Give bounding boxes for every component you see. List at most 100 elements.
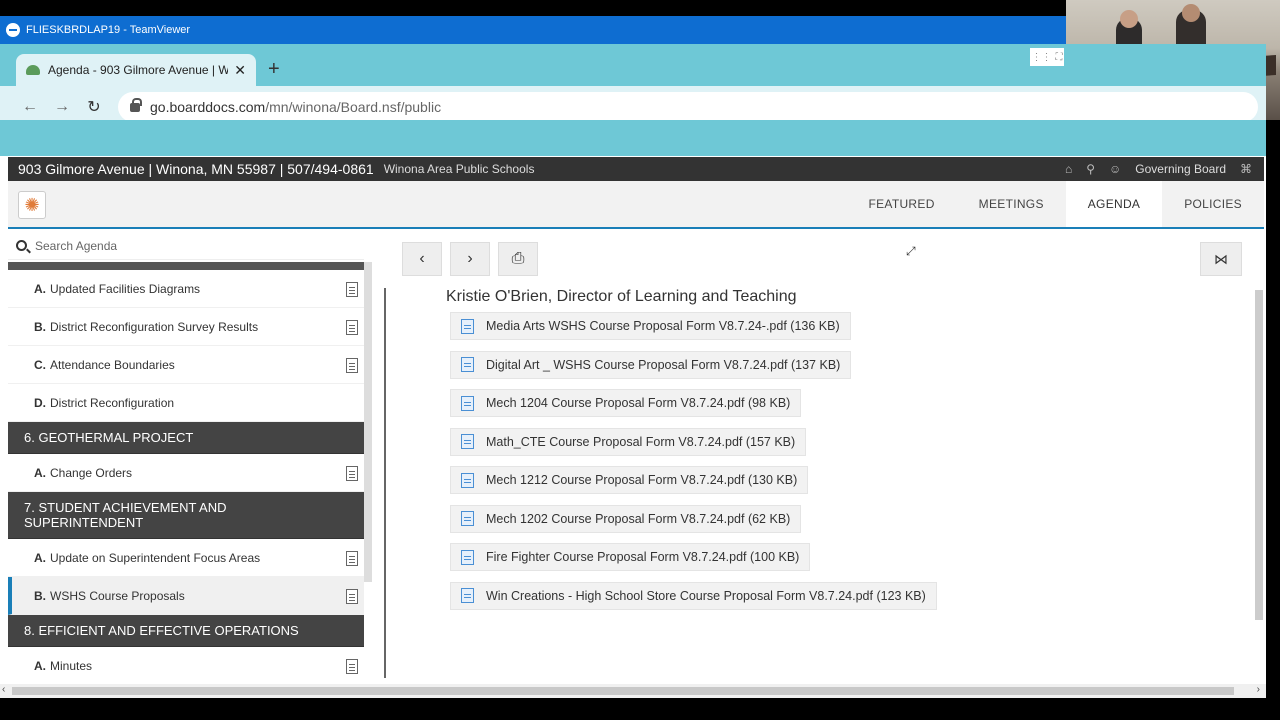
site-org: Winona Area Public Schools xyxy=(383,162,535,176)
attachment-label: Win Creations - High School Store Course… xyxy=(486,588,926,603)
item-letter: B. xyxy=(34,588,46,603)
item-letter: A. xyxy=(34,281,46,296)
scroll-left-icon[interactable]: ‹ xyxy=(2,684,5,695)
agenda-content: ‹ › ⎙ ⋈ Kristie O'Brien, Director of Lea… xyxy=(384,232,1264,678)
new-tab-button[interactable]: + xyxy=(268,58,280,81)
nav-featured[interactable]: FEATURED xyxy=(846,181,956,227)
document-icon xyxy=(346,551,358,566)
print-icon: ⎙ xyxy=(511,250,525,267)
scrollbar-thumb[interactable] xyxy=(12,687,1234,695)
attachment-label: Mech 1202 Course Proposal Form V8.7.24.p… xyxy=(486,511,791,526)
home-icon[interactable]: ⌂ xyxy=(1065,162,1072,176)
tree-favicon-icon xyxy=(26,65,40,75)
person-head xyxy=(1120,10,1138,28)
scroll-right-icon[interactable]: › xyxy=(1257,684,1260,695)
item-letter: C. xyxy=(34,357,46,372)
document-icon xyxy=(346,466,358,481)
fullscreen-icon[interactable]: ⛶ xyxy=(1056,52,1063,63)
bottom-black-bar xyxy=(0,698,1280,720)
file-icon xyxy=(461,549,474,565)
agenda-item[interactable]: D. District Reconfiguration xyxy=(8,384,364,422)
search-icon[interactable]: ⚲ xyxy=(1086,162,1095,176)
tab-title: Agenda - 903 Gilmore Avenue | W xyxy=(48,63,229,77)
agenda-item[interactable]: B. District Reconfiguration Survey Result… xyxy=(8,308,364,346)
forward-icon[interactable]: → xyxy=(46,98,78,116)
attachment-link[interactable]: Win Creations - High School Store Course… xyxy=(450,581,937,610)
bank-icon[interactable]: ⌘ xyxy=(1240,162,1252,176)
agenda-section[interactable]: 7. STUDENT ACHIEVEMENT AND SUPERINTENDEN… xyxy=(8,492,364,539)
search-icon xyxy=(16,240,27,251)
attachment-link[interactable]: Mech 1212 Course Proposal Form V8.7.24.p… xyxy=(450,466,809,494)
item-letter: B. xyxy=(34,319,46,334)
agenda-item-selected[interactable]: B. WSHS Course Proposals xyxy=(8,577,364,615)
sidebar-scrollbar[interactable] xyxy=(364,262,372,582)
search-input[interactable]: Search Agenda xyxy=(35,239,117,253)
back-icon[interactable]: ← xyxy=(14,98,46,116)
document-icon xyxy=(346,282,358,297)
person-head xyxy=(1182,4,1200,22)
agenda-item[interactable]: C. Attendance Boundaries xyxy=(8,346,364,384)
governing-board-menu[interactable]: Governing Board xyxy=(1135,162,1226,176)
search-agenda[interactable]: Search Agenda xyxy=(8,232,364,260)
browser-tab[interactable]: Agenda - 903 Gilmore Avenue | W ✕ xyxy=(16,54,256,86)
document-icon xyxy=(346,320,358,335)
attachment-label: Fire Fighter Course Proposal Form V8.7.2… xyxy=(486,550,800,564)
attachment-link[interactable]: Mech 1202 Course Proposal Form V8.7.24.p… xyxy=(450,504,802,533)
agenda-item[interactable]: A. Minutes xyxy=(8,647,364,678)
content-scrollbar[interactable] xyxy=(1255,290,1263,620)
file-icon xyxy=(461,318,474,334)
previous-item-button[interactable]: ‹ xyxy=(402,242,442,276)
attachment-list: Media Arts WSHS Course Proposal Form V8.… xyxy=(450,312,937,620)
item-label: Attendance Boundaries xyxy=(50,357,175,372)
print-button[interactable]: ⎙ xyxy=(498,242,538,276)
horizontal-scrollbar[interactable]: ‹ › xyxy=(0,684,1266,698)
item-label: District Reconfiguration Survey Results xyxy=(50,319,259,334)
nav-agenda[interactable]: AGENDA xyxy=(1065,181,1163,227)
grid-icon[interactable]: ⋮⋮ xyxy=(1032,52,1052,63)
chevron-left-icon: ‹ xyxy=(419,250,425,267)
share-button[interactable]: ⋈ xyxy=(1200,242,1242,276)
item-label: Change Orders xyxy=(50,465,133,480)
file-icon xyxy=(461,588,474,603)
item-label: Updated Facilities Diagrams xyxy=(50,281,201,296)
file-icon xyxy=(461,472,474,488)
attachment-link[interactable]: Media Arts WSHS Course Proposal Form V8.… xyxy=(450,312,851,340)
nav-meetings[interactable]: MEETINGS xyxy=(957,181,1066,227)
agenda-item[interactable]: A. Update on Superintendent Focus Areas xyxy=(8,539,364,577)
agenda-section[interactable]: 8. EFFICIENT AND EFFECTIVE OPERATIONS xyxy=(8,615,364,647)
item-letter: A. xyxy=(34,658,46,673)
close-tab-icon[interactable]: ✕ xyxy=(234,62,246,79)
agenda-section[interactable]: 6. GEOTHERMAL PROJECT xyxy=(8,422,364,454)
district-logo[interactable]: ✺ xyxy=(18,191,46,219)
next-item-button[interactable]: › xyxy=(450,242,490,276)
file-icon xyxy=(461,434,474,449)
attachment-label: Media Arts WSHS Course Proposal Form V8.… xyxy=(486,319,840,333)
logo-icon: ✺ xyxy=(24,194,40,215)
attachment-link[interactable]: Mech 1204 Course Proposal Form V8.7.24.p… xyxy=(450,389,802,417)
agenda-sidebar: Search Agenda A. Updated Facilities Diagr… xyxy=(8,232,364,678)
chevron-right-icon: › xyxy=(467,250,473,267)
attachment-label: Mech 1204 Course Proposal Form V8.7.24.p… xyxy=(486,396,791,410)
attachment-link[interactable]: Math_CTE Course Proposal Form V8.7.24.pd… xyxy=(450,427,807,456)
attachment-link[interactable]: Digital Art _ WSHS Course Proposal Form … xyxy=(450,350,852,379)
reload-icon[interactable]: ↻ xyxy=(78,97,110,117)
item-label: District Reconfiguration xyxy=(50,395,175,410)
teamviewer-controls[interactable]: ⋮⋮ ⛶ xyxy=(1030,48,1064,66)
document-icon xyxy=(346,589,358,604)
attachment-label: Math_CTE Course Proposal Form V8.7.24.pd… xyxy=(486,434,796,449)
file-icon xyxy=(461,357,474,372)
agenda-item[interactable]: A. Change Orders xyxy=(8,454,364,492)
nav-policies[interactable]: POLICIES xyxy=(1162,181,1264,227)
item-label: WSHS Course Proposals xyxy=(50,588,185,603)
attachment-link[interactable]: Fire Fighter Course Proposal Form V8.7.2… xyxy=(450,543,811,571)
user-icon[interactable]: ☺ xyxy=(1109,162,1121,176)
attachment-label: Mech 1212 Course Proposal Form V8.7.24.p… xyxy=(486,473,798,487)
url-path: /mn/winona/Board.nsf/public xyxy=(265,99,442,115)
url-host: go.boarddocs.com xyxy=(150,99,266,115)
section-divider xyxy=(8,262,364,270)
agenda-item[interactable]: A. Updated Facilities Diagrams xyxy=(8,270,364,308)
address-bar[interactable]: go.boarddocs.com/mn/winona/Board.nsf/pub… xyxy=(118,92,1258,122)
attachment-label: Digital Art _ WSHS Course Proposal Form … xyxy=(486,357,841,372)
content-border xyxy=(384,288,386,678)
main-nav: ✺ FEATURED MEETINGS AGENDA POLICIES xyxy=(8,181,1264,229)
